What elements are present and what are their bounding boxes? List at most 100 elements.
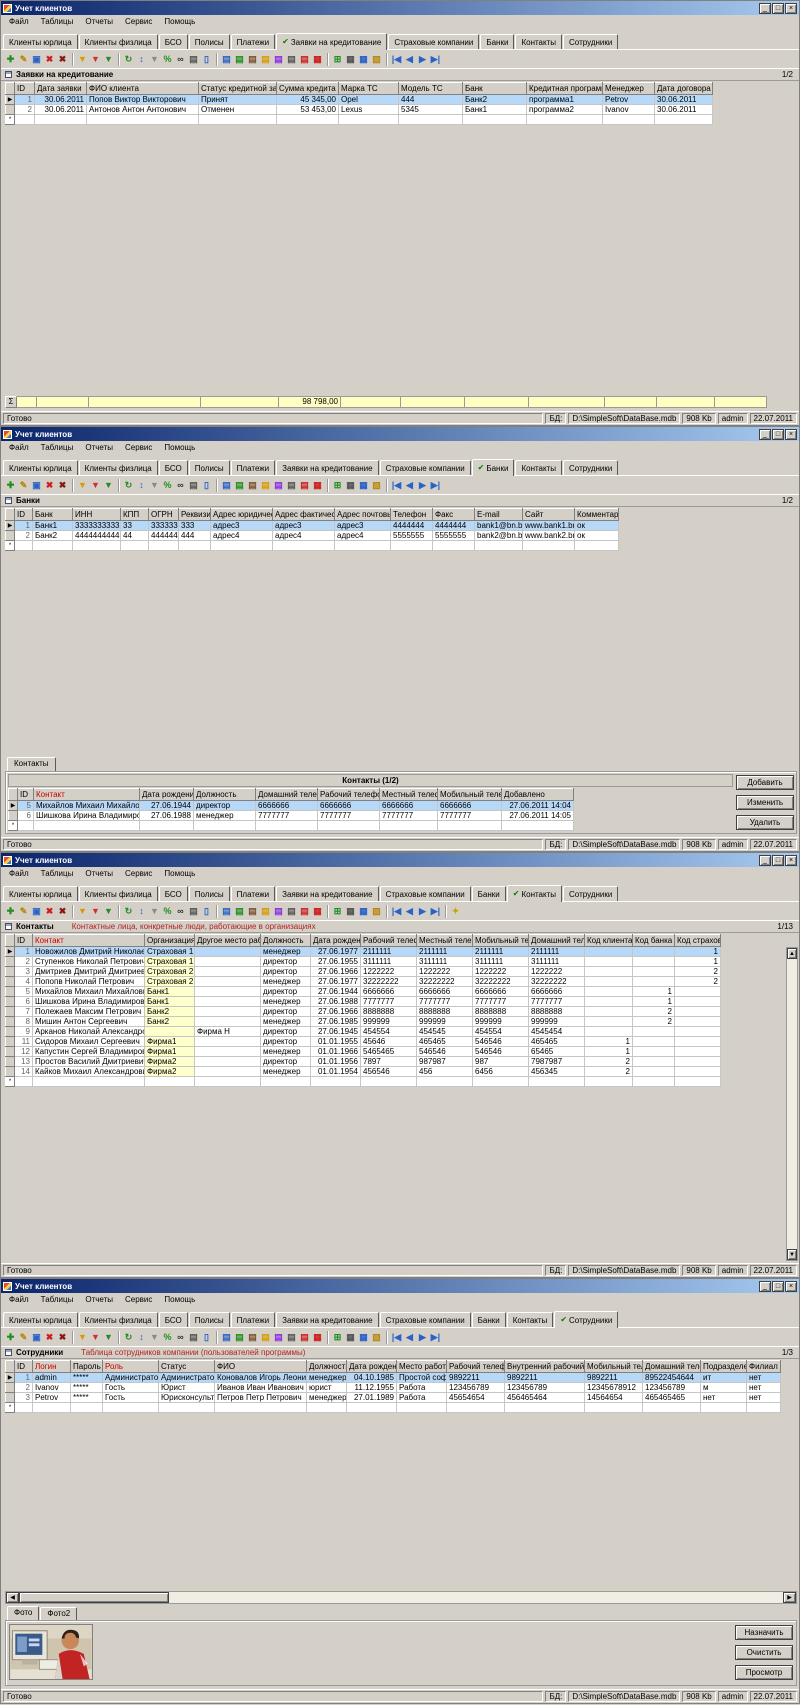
nav-first-icon[interactable]: |◀	[390, 479, 403, 492]
cell[interactable]: Фирма2	[145, 1067, 195, 1077]
column-header[interactable]: Организация	[145, 935, 195, 947]
cell[interactable]: 32222222	[473, 977, 529, 987]
row-selector[interactable]	[6, 1047, 15, 1057]
main-tab-3[interactable]: Полисы	[189, 460, 230, 475]
row-selector[interactable]	[6, 957, 15, 967]
cell[interactable]: 27.06.1966	[311, 967, 361, 977]
cell[interactable]: 6666666	[361, 987, 417, 997]
delete-all-icon[interactable]: ✖	[56, 479, 69, 492]
cell[interactable]	[195, 967, 261, 977]
cell[interactable]: 04.10.1985	[347, 1373, 397, 1383]
cell[interactable]: 6666666	[380, 801, 438, 811]
cell[interactable]: 1	[585, 1047, 633, 1057]
cell[interactable]	[633, 977, 675, 987]
column-header[interactable]: Рабочий телефон	[447, 1361, 505, 1373]
cell[interactable]: 01.01.1966	[311, 1047, 361, 1057]
edit-icon[interactable]: ✎	[17, 1331, 30, 1344]
cell[interactable]	[655, 115, 713, 125]
cell[interactable]: Капустин Сергей Владимирович	[33, 1047, 145, 1057]
cell[interactable]	[149, 541, 179, 551]
column-header[interactable]: Реквизиты	[179, 509, 211, 521]
cell[interactable]: Банк1	[33, 521, 73, 531]
cell[interactable]	[15, 115, 35, 125]
cell[interactable]	[505, 1403, 585, 1413]
cell[interactable]	[675, 1077, 721, 1087]
cell[interactable]: 1	[15, 1373, 33, 1383]
grid-settings-icon[interactable]: ▦	[357, 479, 370, 492]
cell[interactable]: Банк2	[145, 1017, 195, 1027]
main-tab-2[interactable]: БСО	[159, 34, 188, 49]
minimize-button[interactable]: _	[759, 1281, 771, 1292]
column-header[interactable]: Должность	[307, 1361, 347, 1373]
cell[interactable]	[33, 1403, 71, 1413]
column-header[interactable]: Статус	[159, 1361, 215, 1373]
main-tab-4[interactable]: Платежи	[231, 886, 275, 901]
column-header[interactable]: Рабочий телефон	[318, 789, 380, 801]
filter-icon[interactable]: ▼	[76, 905, 89, 918]
cell[interactable]	[633, 967, 675, 977]
field-settings-icon[interactable]: ▧	[370, 1331, 383, 1344]
cell[interactable]: 5	[18, 801, 34, 811]
summary-icon[interactable]: %	[161, 53, 174, 66]
nav-next-icon[interactable]: ▶	[416, 479, 429, 492]
export-html-icon[interactable]: ▤	[259, 479, 272, 492]
cell[interactable]: 9892211	[585, 1373, 643, 1383]
cell[interactable]	[277, 115, 339, 125]
row-selector[interactable]	[6, 1393, 15, 1403]
cell[interactable]	[585, 957, 633, 967]
main-tab-9[interactable]: Сотрудники	[563, 460, 618, 475]
cell[interactable]: Юрист	[159, 1383, 215, 1393]
cell[interactable]	[73, 541, 121, 551]
main-tab-1[interactable]: Клиенты физлица	[79, 460, 158, 475]
sub-tab-0[interactable]: Фото	[7, 1606, 39, 1620]
cell[interactable]: менеджер	[261, 1017, 311, 1027]
main-tab-4[interactable]: Платежи	[231, 34, 275, 49]
cell[interactable]: 27.06.1985	[311, 1017, 361, 1027]
cell[interactable]: Попопв Николай Петрович	[33, 977, 145, 987]
cell[interactable]	[675, 987, 721, 997]
nav-prev-icon[interactable]: ◀	[403, 53, 416, 66]
row-selector[interactable]	[6, 1067, 15, 1077]
menu-item-4[interactable]: Помощь	[158, 868, 201, 879]
sort-icon[interactable]: ↕	[135, 905, 148, 918]
cell[interactable]	[318, 821, 380, 831]
minimize-button[interactable]: _	[759, 429, 771, 440]
new-row[interactable]: *	[6, 1403, 781, 1413]
main-tab-6[interactable]: Страховые компании	[380, 1312, 471, 1327]
menu-item-4[interactable]: Помощь	[158, 442, 201, 453]
cell[interactable]: 27.06.2011 14:04	[502, 801, 574, 811]
cell[interactable]: 45646	[361, 1037, 417, 1047]
cell[interactable]: Фирма Н	[195, 1027, 261, 1037]
cell[interactable]: 30.06.2011	[655, 95, 713, 105]
tree-icon[interactable]: ⊞	[331, 1331, 344, 1344]
cell[interactable]: 999999	[417, 1017, 473, 1027]
cell[interactable]: 8888888	[473, 1007, 529, 1017]
cell[interactable]: 6	[18, 811, 34, 821]
column-header[interactable]: Дата заявки	[35, 83, 87, 95]
restore-button[interactable]: □	[772, 855, 784, 866]
cell[interactable]: 4545454	[529, 1027, 585, 1037]
delete-all-icon[interactable]: ✖	[56, 1331, 69, 1344]
filter-icon[interactable]: ▼	[76, 1331, 89, 1344]
cell[interactable]	[215, 1403, 307, 1413]
column-header[interactable]: Логин	[33, 1361, 71, 1373]
cell[interactable]	[585, 967, 633, 977]
main-tab-7[interactable]: Банки	[480, 34, 514, 49]
title-bar[interactable]: Учет клиентов _□×	[1, 1279, 799, 1293]
main-tab-5[interactable]: Заявки на кредитование	[276, 1312, 378, 1327]
row-selector[interactable]: ▶	[9, 801, 18, 811]
cell[interactable]: Фирма1	[145, 1037, 195, 1047]
quick-filter-icon[interactable]: ▼	[148, 479, 161, 492]
cell[interactable]: 7777777	[361, 997, 417, 1007]
menu-item-2[interactable]: Отчеты	[79, 442, 119, 453]
row-selector[interactable]: *	[6, 541, 15, 551]
row-selector[interactable]: ▶	[6, 947, 15, 957]
cell[interactable]: 27.06.1945	[311, 1027, 361, 1037]
column-header[interactable]: Мобильный телефон	[438, 789, 502, 801]
cell[interactable]: Ivanov	[603, 105, 655, 115]
cell[interactable]: 1	[633, 987, 675, 997]
delete-icon[interactable]: ✖	[43, 1331, 56, 1344]
column-header[interactable]: Должность	[194, 789, 256, 801]
new-row[interactable]: *	[6, 1077, 721, 1087]
cell[interactable]: Новожилов Дмитрий Николаевич	[33, 947, 145, 957]
